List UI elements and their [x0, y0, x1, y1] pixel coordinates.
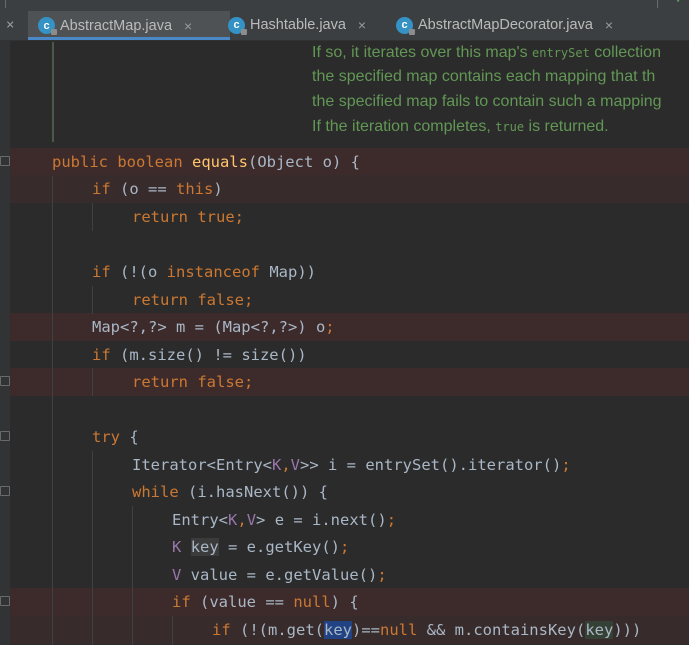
tab-label: Hashtable.java [250, 17, 346, 33]
indent-guide [52, 176, 53, 645]
indent-guide [92, 368, 93, 396]
code-line: public boolean equals(Object o) { [52, 153, 360, 171]
fold-marker-icon[interactable] [0, 376, 10, 386]
indent-guide [92, 451, 93, 645]
code-line: K key = e.getKey(); [172, 538, 350, 556]
selected-identifier: key [324, 621, 352, 639]
indent-guide [92, 286, 93, 314]
tab-close-icon[interactable]: × [184, 18, 192, 34]
fold-marker-icon[interactable] [0, 431, 10, 441]
c-class-icon: c [228, 16, 247, 35]
code-line: try { [92, 428, 139, 446]
code-line: return false; [132, 291, 254, 309]
doc-line: If the iteration completes, true is retu… [312, 118, 609, 135]
tab-close-icon[interactable]: × [358, 17, 366, 33]
code-line: if (value == null) { [172, 593, 359, 611]
code-line: return true; [132, 208, 244, 226]
doc-line: the specified map contains each mapping … [312, 68, 656, 85]
code-line: Entry<K,V> e = i.next(); [172, 511, 397, 529]
highlighted-line [10, 368, 689, 396]
doc-line: If so, it iterates over this map's entry… [312, 44, 661, 61]
editor-tab-bar: │ │ ✓ × c AbstractMap.java × c Hashtable… [0, 0, 689, 41]
tab-close-icon[interactable]: × [605, 17, 613, 33]
code-line: Map<?,?> m = (Map<?,?>) o; [92, 318, 335, 336]
code-editor[interactable]: public boolean equals(Object o) { if (o … [0, 0, 641, 639]
code-line: if (o == this) [92, 180, 223, 198]
tab-abstractmap[interactable]: c AbstractMap.java × [28, 11, 230, 40]
check-icon: ✓ [676, 0, 683, 6]
code-line: Iterator<Entry<K,V>> i = entrySet().iter… [132, 456, 571, 474]
fold-marker-icon[interactable] [0, 596, 10, 606]
code-line: if (!(o instanceof Map)) [92, 263, 316, 281]
code-line: if (m.size() != size()) [92, 346, 307, 364]
fold-marker-icon[interactable] [0, 486, 10, 496]
tab-label: AbstractMapDecorator.java [418, 17, 593, 33]
c-class-icon: c [396, 16, 415, 35]
tab-label: AbstractMap.java [60, 17, 173, 34]
code-line: return false; [132, 373, 254, 391]
tab-abstractmapdecorator[interactable]: c AbstractMapDecorator.java × [396, 12, 666, 38]
c-class-icon: c [38, 17, 57, 35]
doc-line: the specified map fails to contain such … [312, 93, 662, 110]
code-line: if (!(m.get(key)==null && m.containsKey(… [212, 621, 642, 639]
indent-guide [92, 203, 93, 231]
indent-guide [132, 506, 133, 645]
doc-comment-bar [52, 42, 54, 142]
toolbar-fragment-icon: │ [654, 0, 662, 8]
tab-hashtable[interactable]: c Hashtable.java × [228, 12, 388, 38]
code-line: V value = e.getValue(); [172, 566, 387, 584]
indent-guide [172, 616, 173, 645]
code-line: while (i.hasNext()) { [132, 483, 328, 501]
